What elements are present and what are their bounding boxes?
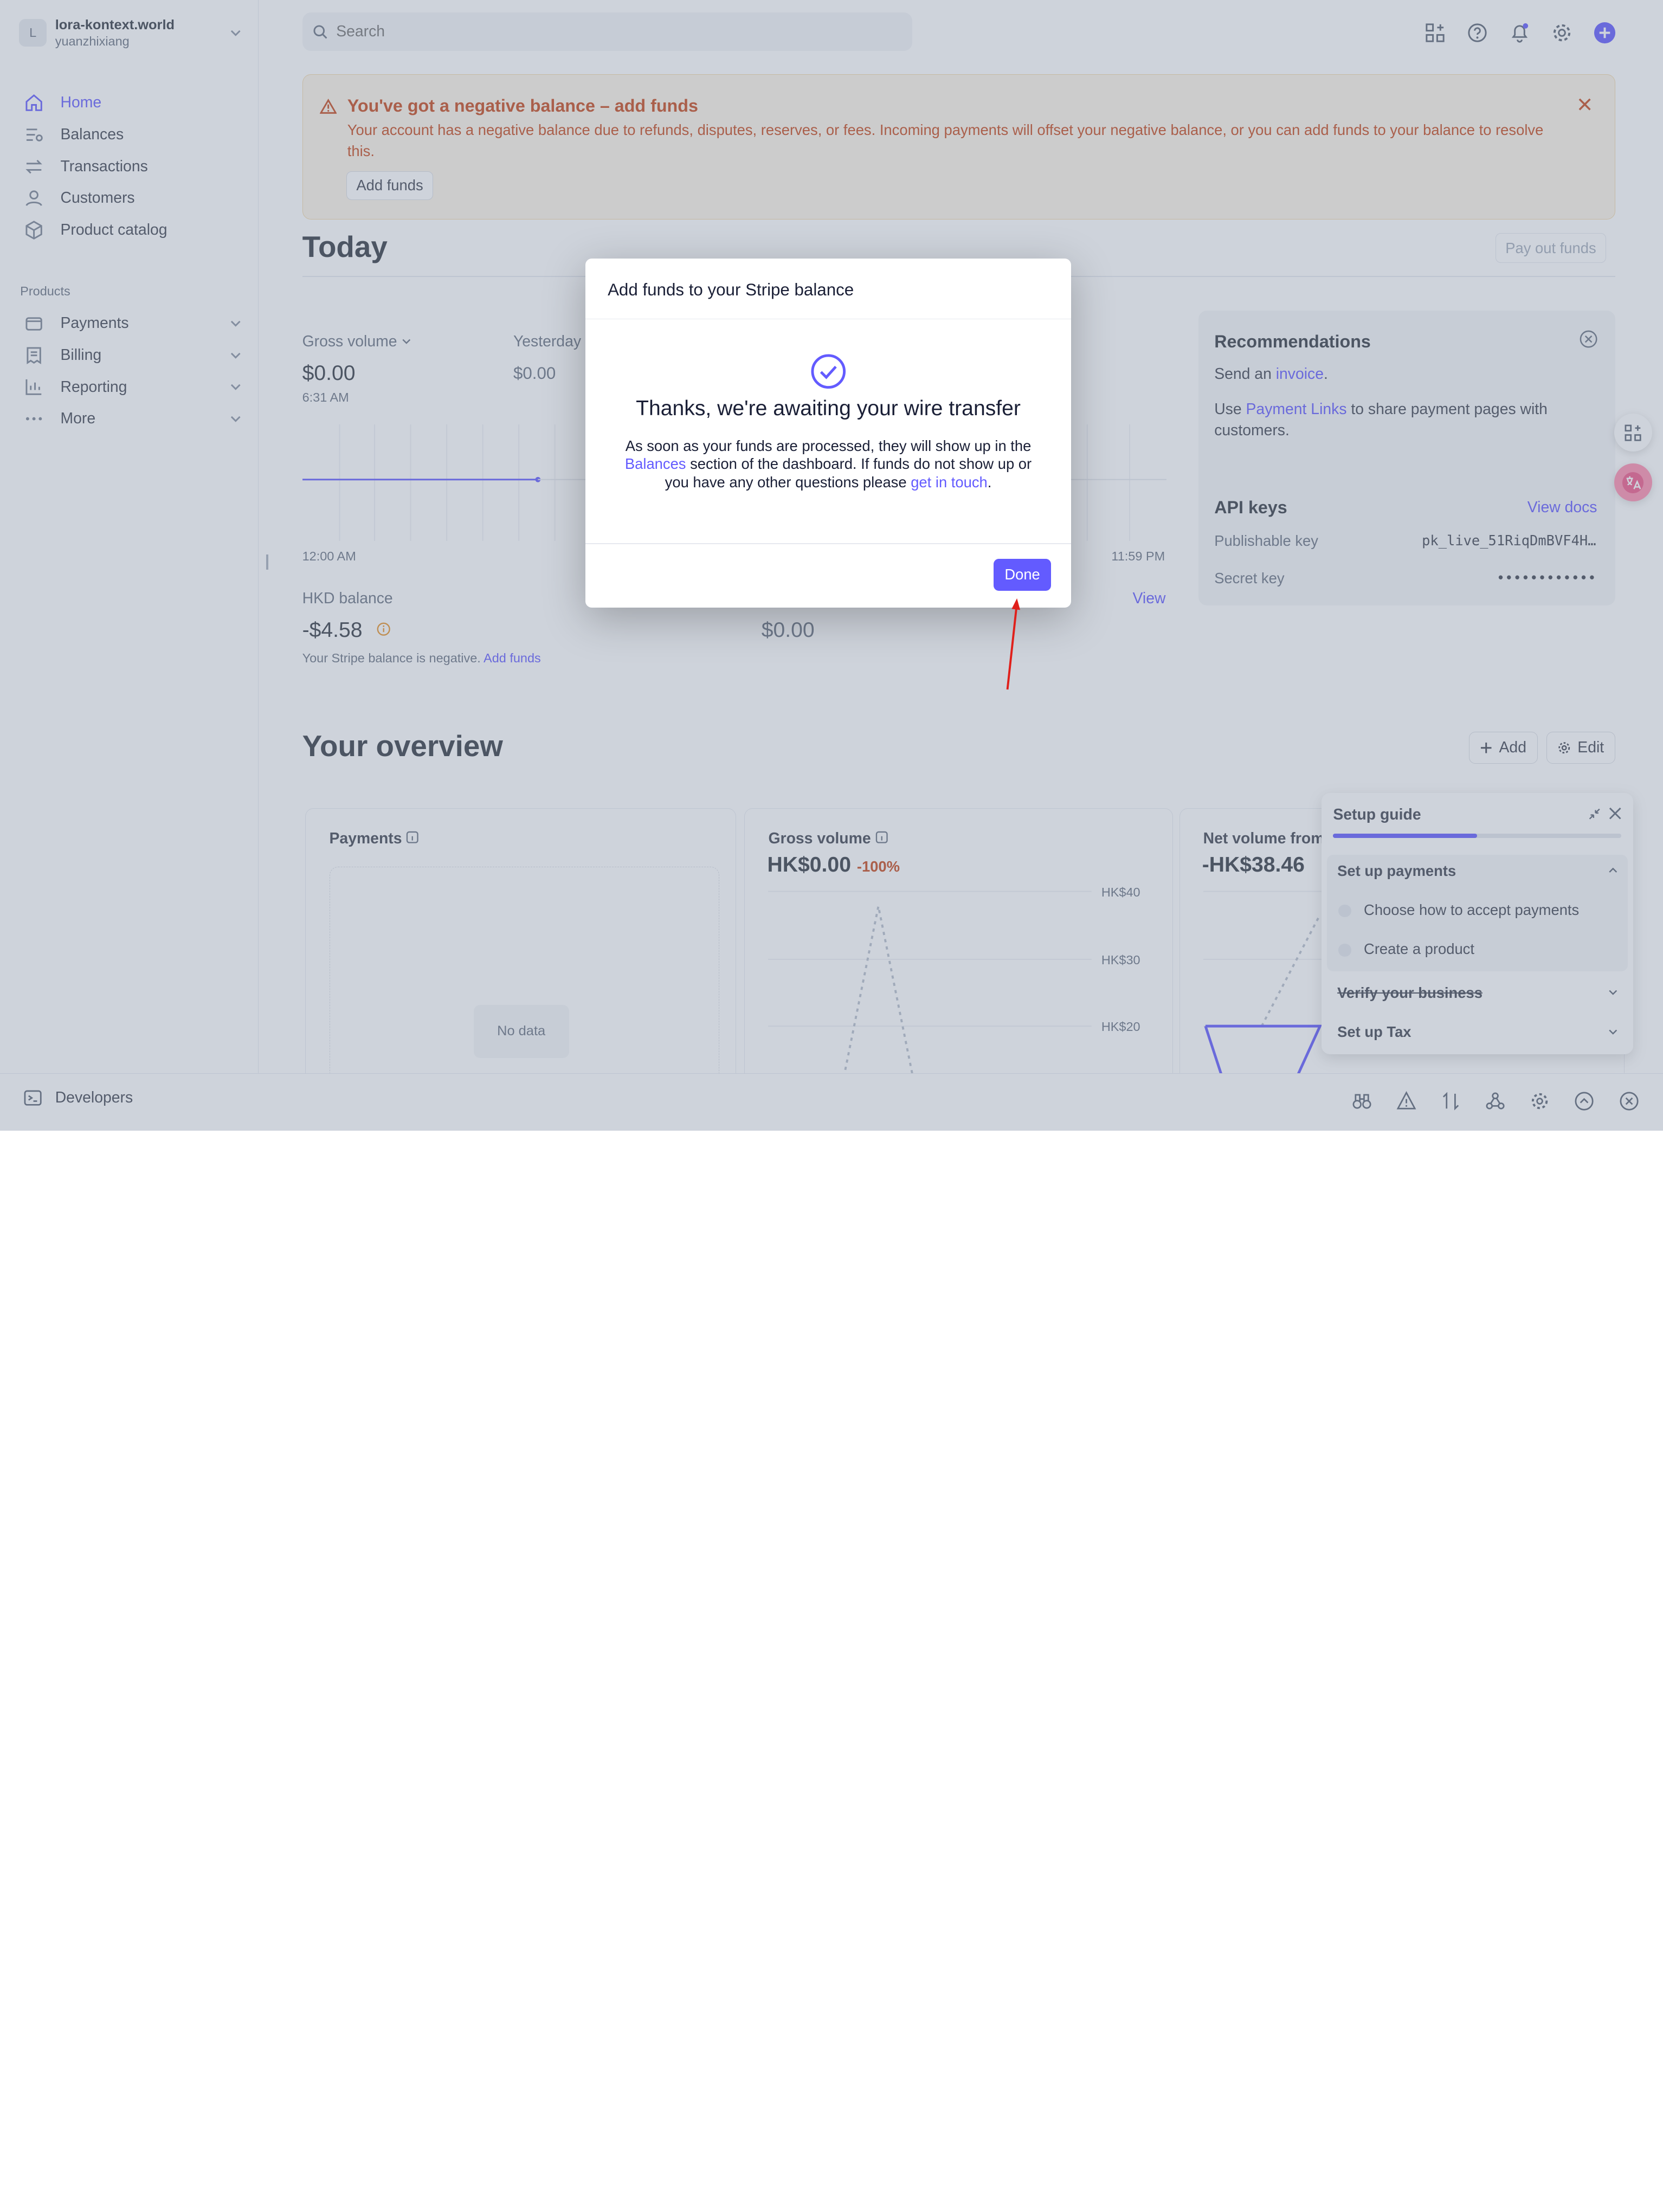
- check-circle-icon: [811, 353, 846, 389]
- add-funds-modal: Add funds to your Stripe balance Thanks,…: [585, 259, 1072, 608]
- annotation-arrow-icon: [1006, 598, 1021, 689]
- balances-link[interactable]: Balances: [625, 455, 686, 472]
- modal-body: As soon as your funds are processed, the…: [624, 437, 1032, 491]
- done-button[interactable]: Done: [994, 559, 1051, 591]
- get-in-touch-link[interactable]: get in touch: [911, 474, 988, 491]
- modal-title: Thanks, we're awaiting your wire transfe…: [636, 396, 1021, 420]
- app-root: L lora-kontext.world yuanzhixiang Home B…: [0, 0, 1663, 1131]
- modal-divider: [585, 543, 1072, 544]
- modal-header: Add funds to your Stripe balance: [585, 259, 1072, 319]
